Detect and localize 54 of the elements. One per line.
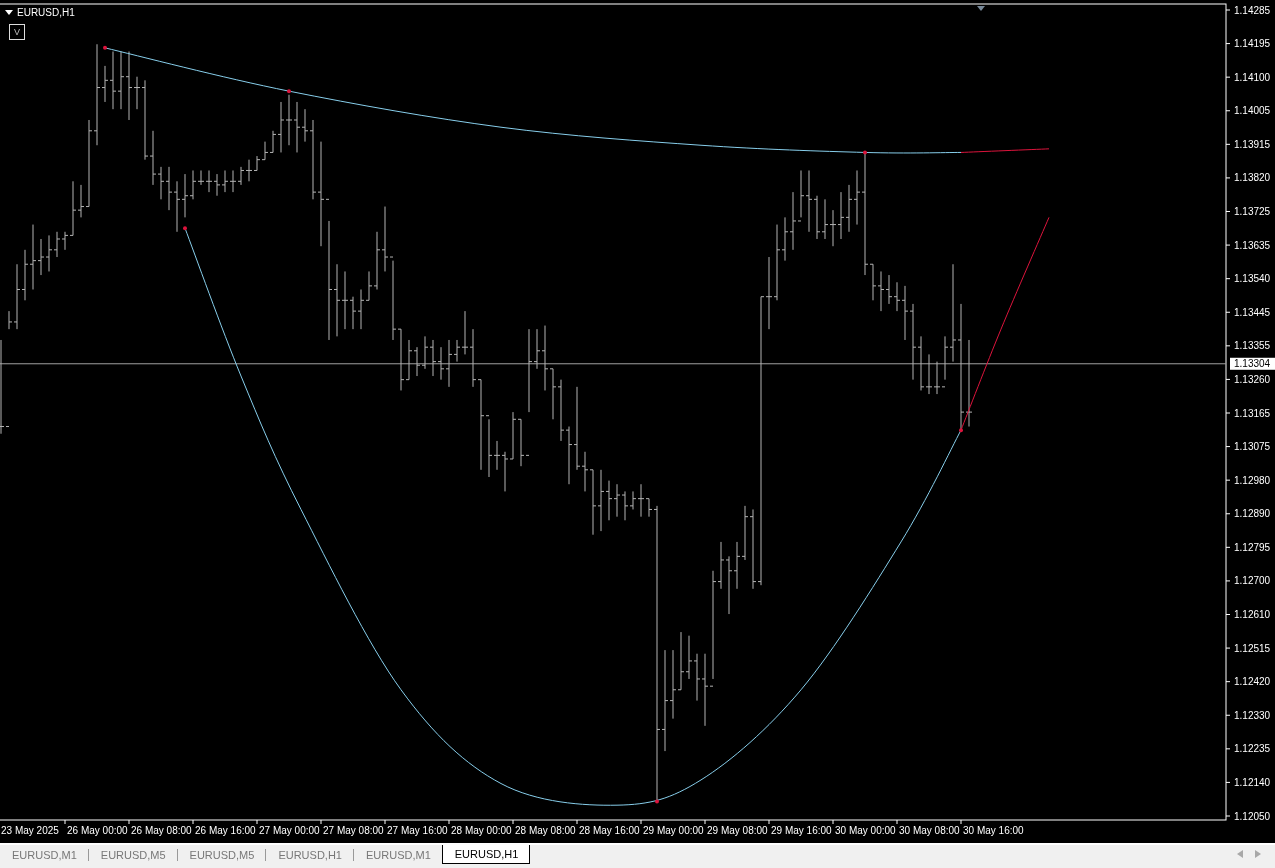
chart-tab[interactable]: EURUSD,H1 [266, 845, 353, 864]
time-label: 30 May 16:00 [963, 825, 1024, 836]
price-label: 1.14100 [1234, 71, 1271, 83]
price-label: 1.13445 [1234, 306, 1271, 318]
price-label: 1.13355 [1234, 340, 1271, 352]
price-label: 1.13260 [1234, 373, 1271, 385]
chart-tab[interactable]: EURUSD,H1 [441, 845, 531, 864]
price-label: 1.13635 [1234, 239, 1271, 251]
chart-tab[interactable]: EURUSD,M1 [0, 845, 88, 864]
price-label: 1.14285 [1234, 4, 1271, 16]
chart-tab[interactable]: EURUSD,M1 [353, 845, 442, 864]
price-label: 1.12700 [1234, 575, 1271, 587]
v-button[interactable]: V [9, 24, 25, 40]
chart-tab[interactable]: EURUSD,M5 [177, 845, 266, 864]
time-label: 26 May 08:00 [131, 825, 192, 836]
price-label: 1.12980 [1234, 474, 1271, 486]
time-label: 27 May 08:00 [323, 825, 384, 836]
chart-tab[interactable]: EURUSD,M5 [88, 845, 177, 864]
price-label: 1.12515 [1234, 642, 1271, 654]
caret-icon[interactable] [5, 10, 13, 16]
price-label: 1.14195 [1234, 38, 1271, 50]
triangle-icon [977, 6, 985, 11]
time-label: 28 May 16:00 [579, 825, 640, 836]
time-label: 29 May 08:00 [707, 825, 768, 836]
time-label: 30 May 08:00 [899, 825, 960, 836]
price-label: 1.13540 [1234, 273, 1271, 285]
time-label: 27 May 16:00 [387, 825, 448, 836]
time-label: 30 May 00:00 [835, 825, 896, 836]
scroll-right-icon[interactable] [1255, 850, 1261, 858]
price-label: 1.12330 [1234, 709, 1271, 721]
time-label: 26 May 16:00 [195, 825, 256, 836]
price-label: 1.12890 [1234, 508, 1271, 520]
price-label: 1.12420 [1234, 676, 1271, 688]
time-label: 27 May 00:00 [259, 825, 320, 836]
price-label: 1.13915 [1234, 138, 1271, 150]
price-label: 1.13820 [1234, 172, 1271, 184]
time-label: 29 May 16:00 [771, 825, 832, 836]
chart-title: EURUSD,H1 [17, 7, 75, 19]
price-label: 1.12610 [1234, 609, 1271, 620]
price-label: 1.13725 [1234, 206, 1271, 217]
time-label: 26 May 00:00 [67, 825, 128, 836]
time-label: 23 May 2025 [1, 825, 59, 836]
scroll-left-icon[interactable] [1237, 850, 1243, 858]
current-price-tag: 1.13304 [1230, 357, 1275, 370]
price-label: 1.12140 [1234, 776, 1271, 788]
price-label: 1.13165 [1234, 407, 1271, 419]
time-label: 28 May 08:00 [515, 825, 576, 836]
price-label: 1.12235 [1234, 743, 1271, 755]
price-label: 1.12795 [1234, 541, 1271, 553]
time-label: 28 May 00:00 [451, 825, 512, 836]
time-label: 29 May 00:00 [643, 825, 704, 836]
price-label: 1.14005 [1234, 105, 1271, 117]
price-label: 1.12050 [1234, 810, 1271, 822]
price-label: 1.13075 [1234, 441, 1271, 453]
